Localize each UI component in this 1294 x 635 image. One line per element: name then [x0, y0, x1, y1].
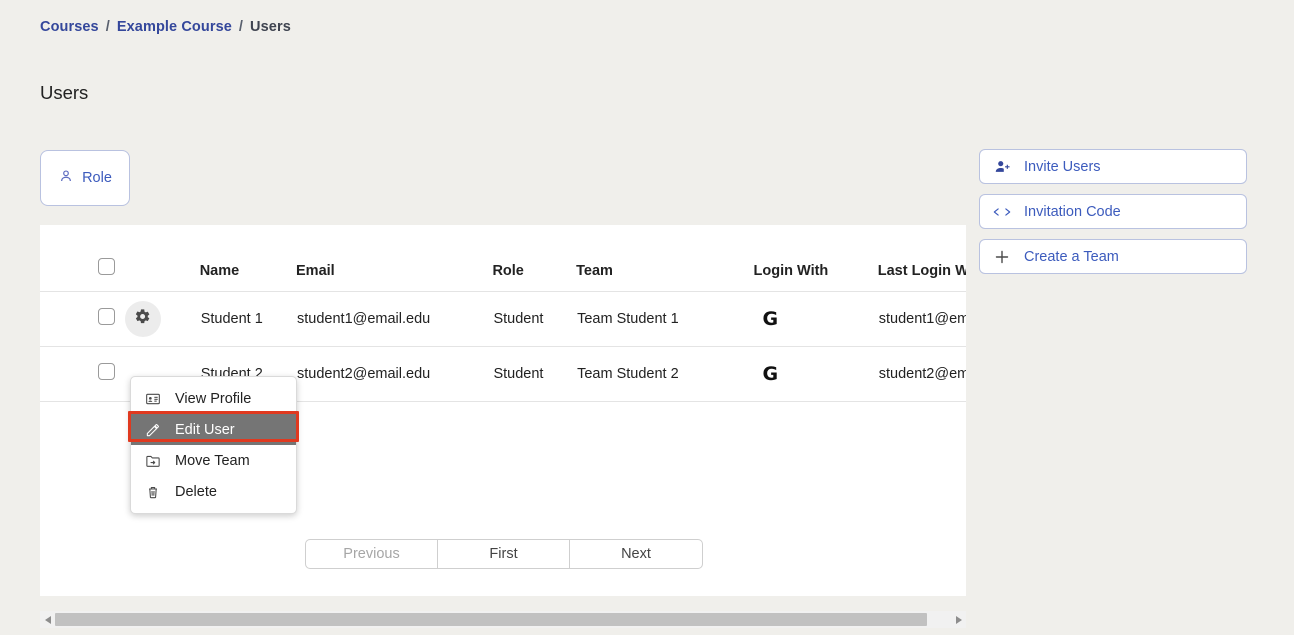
row-select-cell: [40, 291, 124, 346]
table-header-row: Name Email Role Team Login With Last Log…: [40, 225, 966, 291]
cell-role: Student: [493, 365, 544, 382]
breadcrumb-item-example-course[interactable]: Example Course: [117, 19, 232, 35]
row-select-cell: [40, 346, 124, 401]
cell-email: student1@email.edu: [297, 310, 431, 327]
invite-users-label: Invite Users: [1024, 158, 1101, 175]
row-context-menu: View Profile Edit User Move Team Delete: [130, 376, 297, 514]
menu-item-view-profile[interactable]: View Profile: [131, 383, 296, 414]
actions-column-header: [124, 225, 200, 291]
create-team-button[interactable]: Create a Team: [979, 239, 1247, 274]
menu-item-label: Edit User: [175, 421, 235, 438]
gear-icon: [134, 308, 151, 329]
pagination-next-button[interactable]: Next: [570, 540, 702, 568]
header-last-login-with[interactable]: Last Login With: [878, 225, 966, 291]
header-role[interactable]: Role: [492, 225, 576, 291]
code-brackets-icon: [980, 205, 1024, 219]
breadcrumb-item-courses[interactable]: Courses: [40, 19, 99, 35]
header-email[interactable]: Email: [296, 225, 492, 291]
cell-email: student2@email.edu: [297, 365, 431, 382]
plus-icon: [980, 250, 1024, 264]
breadcrumb-separator: /: [238, 19, 244, 35]
pagination-controls: Previous First Next: [305, 539, 703, 569]
cell-last-login-with: student2@email.edu: [878, 365, 966, 382]
cell-login-with: G: [754, 291, 878, 346]
pagination-first-button[interactable]: First: [438, 540, 570, 568]
pencil-icon: [145, 422, 175, 438]
users-page: Courses / Example Course / Users Users R…: [0, 0, 1294, 635]
scroll-right-arrow-icon[interactable]: [951, 615, 966, 624]
select-all-header: [40, 225, 124, 291]
cell-name: Student 1: [200, 310, 263, 327]
scrollbar-thumb[interactable]: [55, 613, 927, 626]
role-filter-button[interactable]: Role: [40, 150, 130, 206]
page-title: Users: [40, 82, 89, 103]
invite-users-button[interactable]: Invite Users: [979, 149, 1247, 184]
horizontal-scrollbar[interactable]: [40, 611, 966, 628]
breadcrumb: Courses / Example Course / Users: [40, 19, 291, 35]
header-name[interactable]: Name: [200, 225, 296, 291]
create-team-label: Create a Team: [1024, 248, 1119, 265]
select-all-checkbox[interactable]: [98, 257, 115, 275]
invitation-code-label: Invitation Code: [1024, 203, 1121, 220]
menu-item-edit-user[interactable]: Edit User: [131, 414, 296, 445]
cell-team: Team Student 2: [577, 365, 679, 382]
person-add-icon: [980, 158, 1024, 175]
scroll-left-arrow-icon[interactable]: [40, 615, 55, 624]
person-icon: [58, 168, 74, 189]
header-team[interactable]: Team: [576, 225, 753, 291]
cell-last-login-with: student1@email.edu: [878, 310, 966, 327]
google-icon: G: [762, 307, 779, 330]
menu-item-delete[interactable]: Delete: [131, 476, 296, 507]
breadcrumb-item-users: Users: [250, 19, 291, 35]
pagination-previous-button[interactable]: Previous: [306, 540, 438, 568]
cell-role: Student: [493, 310, 544, 327]
badge-icon: [145, 391, 175, 407]
menu-item-label: Delete: [175, 483, 217, 500]
row-actions-menu-button[interactable]: [124, 300, 161, 337]
cell-team: Team Student 1: [577, 310, 679, 327]
table-head: Name Email Role Team Login With Last Log…: [40, 225, 966, 291]
menu-item-move-team[interactable]: Move Team: [131, 445, 296, 476]
scrollbar-track[interactable]: [55, 613, 951, 626]
invitation-code-button[interactable]: Invitation Code: [979, 194, 1247, 229]
role-filter-label: Role: [82, 170, 112, 186]
header-login-with[interactable]: Login With: [754, 225, 878, 291]
action-button-group: Invite Users Invitation Code Create a Te…: [979, 149, 1247, 284]
google-icon: G: [762, 362, 779, 385]
breadcrumb-separator: /: [105, 19, 110, 35]
table-row: Student 1 student1@email.edu Student Tea…: [40, 291, 966, 346]
trash-icon: [145, 484, 175, 500]
menu-item-label: Move Team: [175, 452, 250, 469]
row-checkbox[interactable]: [98, 308, 115, 325]
cell-login-with: G: [754, 346, 878, 401]
folder-move-icon: [145, 453, 175, 469]
row-checkbox[interactable]: [98, 363, 115, 380]
row-actions-cell: [124, 291, 200, 346]
menu-item-label: View Profile: [175, 390, 252, 407]
